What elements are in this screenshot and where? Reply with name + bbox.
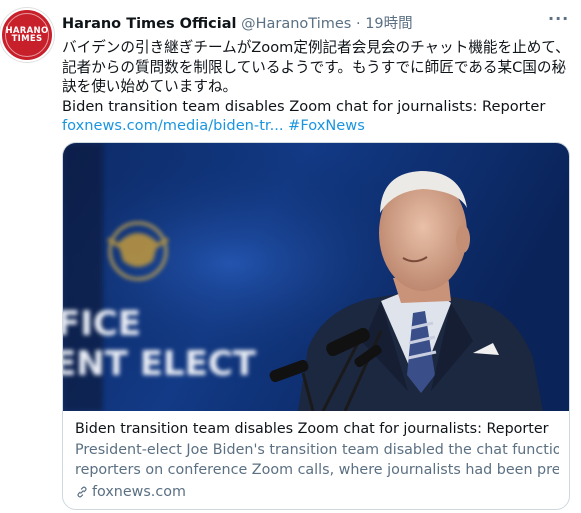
- more-icon[interactable]: ···: [548, 11, 569, 27]
- tweet-links: foxnews.com/media/biden-tr... #FoxNews: [62, 116, 572, 136]
- article-link[interactable]: foxnews.com/media/biden-tr...: [62, 117, 284, 134]
- card-image: FICE ENT ELECT: [63, 143, 569, 411]
- hashtag-link[interactable]: #FoxNews: [288, 117, 365, 134]
- tweet-text-japanese: バイデンの引き継ぎチームがZoom定例記者会見会のチャット機能を止めて、記者から…: [62, 39, 570, 95]
- avatar[interactable]: HARANO TIMES: [0, 8, 54, 62]
- card-domain-row: foxnews.com: [75, 482, 559, 502]
- card-description-line-1: President-elect Joe Biden's transition t…: [75, 442, 559, 458]
- tweet-body: バイデンの引き継ぎチームがZoom定例記者会見会のチャット機能を止めて、記者から…: [62, 38, 572, 136]
- card-title: Biden transition team disables Zoom chat…: [75, 421, 549, 437]
- display-name[interactable]: Harano Times Official: [62, 16, 237, 32]
- card-domain: foxnews.com: [92, 484, 186, 500]
- tweet-text-english: Biden transition team disables Zoom chat…: [62, 97, 546, 115]
- card-description-line-2: reporters on conference Zoom calls, wher…: [75, 462, 559, 478]
- image-text-2: ENT ELECT: [63, 344, 257, 384]
- user-handle[interactable]: @HaranoTimes: [241, 16, 351, 32]
- image-text-1: FICE: [63, 304, 141, 344]
- card-text: Biden transition team disables Zoom chat…: [75, 419, 559, 502]
- avatar-ring: [5, 13, 49, 57]
- tweet-header: Harano Times Official @HaranoTimes · 19時…: [62, 12, 413, 33]
- link-preview-card[interactable]: FICE ENT ELECT Biden transition team dis…: [62, 142, 570, 510]
- separator-dot: ·: [355, 16, 361, 32]
- timestamp[interactable]: 19時間: [365, 16, 412, 32]
- link-icon: [77, 486, 87, 498]
- tweet: HARANO TIMES Harano Times Official @Hara…: [0, 0, 581, 513]
- card-description: President-elect Joe Biden's transition t…: [75, 440, 559, 480]
